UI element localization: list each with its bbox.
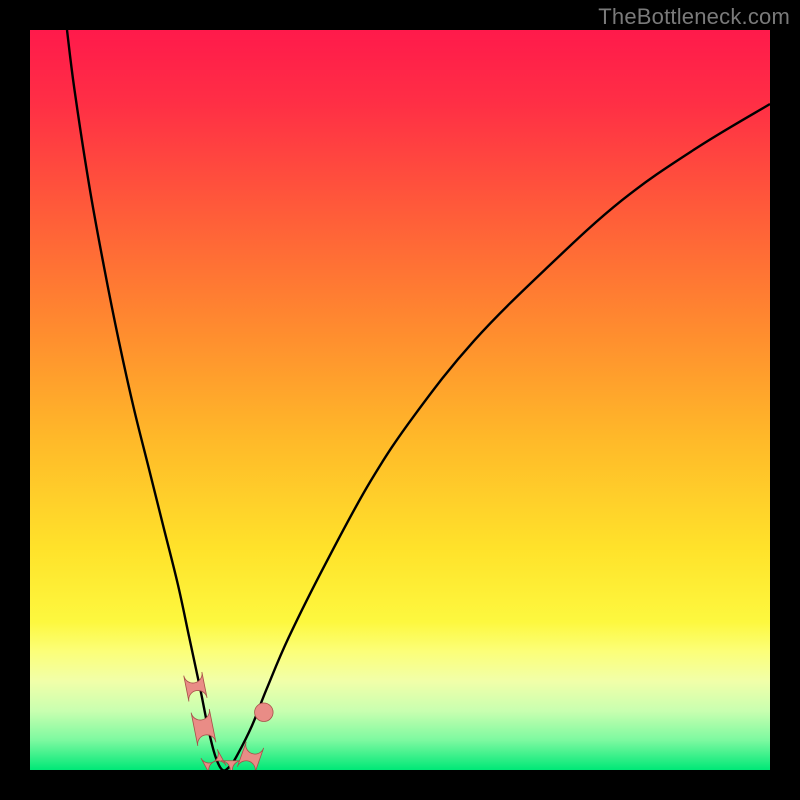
marker-circle bbox=[255, 703, 274, 722]
marker-capsule bbox=[184, 672, 207, 702]
curve-layer bbox=[30, 30, 770, 770]
bottleneck-curve bbox=[67, 30, 770, 770]
chart-frame: TheBottleneck.com bbox=[0, 0, 800, 800]
data-point-markers bbox=[184, 672, 273, 770]
watermark-text: TheBottleneck.com bbox=[598, 4, 790, 30]
plot-area bbox=[30, 30, 770, 770]
